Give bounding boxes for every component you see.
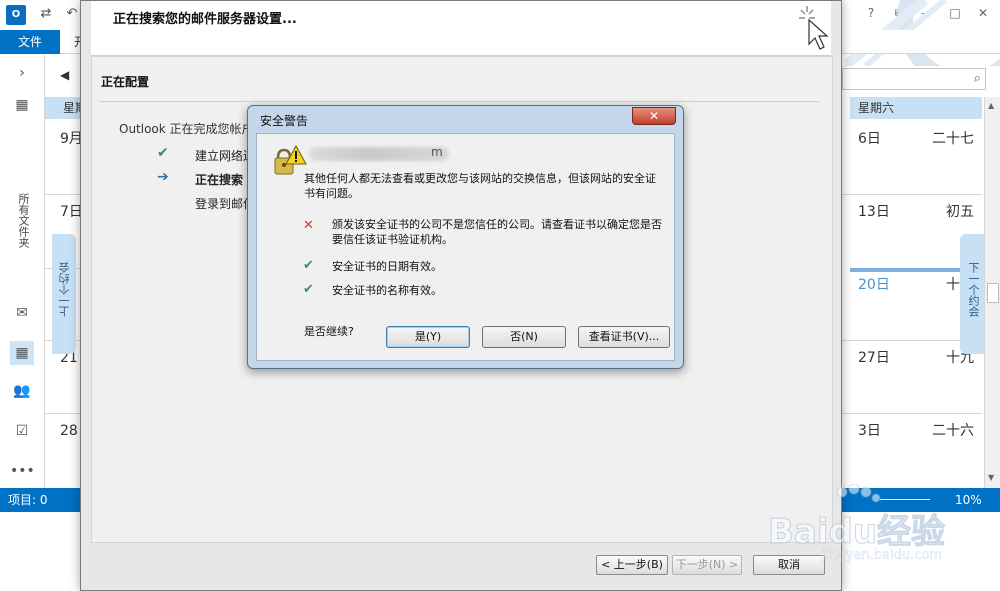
zoom-slider[interactable]: [880, 499, 930, 500]
view-certificate-button[interactable]: 查看证书(V)...: [578, 326, 670, 348]
arrow-right-icon: ➔: [157, 169, 169, 185]
issue-text: 安全证书的名称有效。: [332, 284, 442, 297]
no-button[interactable]: 否(N): [482, 326, 566, 348]
calendar-date: 13日: [858, 204, 890, 220]
calendar-icon[interactable]: ▦: [10, 341, 34, 365]
issue-text: 颁发该安全证书的公司不是您信任的公司。请查看证书以确定您是否要信任该证书验证机构…: [332, 218, 662, 246]
config-description: Outlook 正在完成您帐户: [119, 122, 254, 136]
close-icon[interactable]: ✕: [632, 107, 676, 125]
wizard-heading: 正在搜索您的邮件服务器设置...: [113, 12, 297, 27]
more-icon[interactable]: •••: [10, 459, 35, 483]
navigation-strip: › ▦ 所有文件夹 ✉ ▦ 👥 ☑ •••: [0, 55, 45, 488]
calendar-lunar-date: 十: [946, 277, 960, 293]
status-item-count: 项目: 0: [8, 493, 48, 507]
scroll-thumb[interactable]: [987, 283, 999, 303]
mail-icon[interactable]: ✉: [10, 301, 34, 325]
calendar-date: 3日: [858, 423, 881, 439]
back-button[interactable]: < 上一步(B): [596, 555, 668, 575]
outlook-logo-icon: O: [6, 5, 26, 25]
search-icon[interactable]: ⌕: [974, 71, 981, 86]
red-x-icon: ✕: [303, 218, 314, 233]
busy-cursor-icon: [799, 6, 829, 50]
expand-folder-pane-icon[interactable]: ›: [10, 61, 34, 85]
wizard-header: 正在搜索您的邮件服务器设置...: [91, 1, 831, 56]
calendar-scrollbar[interactable]: ▲ ▼: [984, 97, 1000, 488]
alert-message: 其他任何人都无法查看或更改您与该网站的交换信息，但该网站的安全证书有问题。: [304, 172, 656, 200]
zoom-level: 10%: [955, 493, 982, 507]
continue-question: 是否继续?: [304, 325, 354, 338]
previous-appointment-label: 上一个约会: [58, 262, 71, 317]
send-receive-icon[interactable]: ⇄: [36, 4, 56, 24]
issue-text: 安全证书的日期有效。: [332, 260, 442, 273]
calendar-date: 27日: [858, 350, 890, 366]
step-label: 登录到邮件: [195, 197, 256, 211]
tasks-icon[interactable]: ☑: [10, 419, 34, 443]
calendar-lunar-date: 二十七: [932, 131, 974, 147]
divider: [99, 101, 819, 102]
step-label-current: 正在搜索: [195, 173, 244, 187]
yes-button[interactable]: 是(Y): [386, 326, 470, 348]
dialog-title: 安全警告: [260, 114, 309, 128]
saturday-header: 星期六: [850, 97, 982, 119]
search-input[interactable]: ⌕: [842, 68, 986, 90]
security-alert-dialog: 安全警告 ✕ m 其他任何人都无法查看或更改您与该网站的交换信息，但该网站的安全…: [247, 105, 684, 369]
redacted-domain: [309, 147, 449, 161]
undo-icon[interactable]: ↶: [62, 4, 82, 24]
next-button[interactable]: 下一步(N) >: [672, 555, 742, 575]
calendar-back-arrow-icon[interactable]: ◀: [60, 68, 69, 82]
calendar-date-today: 20日: [858, 277, 890, 293]
cancel-button[interactable]: 取消: [753, 555, 825, 575]
calendar-lunar-date: 初五: [946, 204, 974, 220]
domain-suffix: m: [431, 145, 443, 159]
calendar-row-divider: [842, 413, 982, 414]
check-icon: ✔: [303, 282, 314, 297]
step-label: 建立网络连: [195, 149, 256, 163]
security-warning-icon: [274, 144, 307, 175]
people-icon[interactable]: 👥: [10, 379, 34, 403]
next-appointment-label: 下一个约会: [967, 262, 980, 317]
previous-appointment-button[interactable]: 上一个约会: [52, 234, 76, 354]
check-icon: ✔: [157, 145, 169, 161]
calendar-date: 6日: [858, 131, 881, 147]
check-icon: ✔: [303, 258, 314, 273]
all-folders-label[interactable]: 所有文件夹: [13, 193, 31, 248]
next-appointment-button[interactable]: 下一个约会: [960, 234, 984, 354]
calendar-lunar-date: 二十六: [932, 423, 974, 439]
tab-file[interactable]: 文件: [0, 30, 60, 54]
calendar-small-icon[interactable]: ▦: [10, 93, 34, 117]
configuring-title: 正在配置: [101, 75, 150, 89]
scroll-down-icon[interactable]: ▼: [988, 473, 994, 482]
calendar-row-divider: [842, 194, 982, 195]
scroll-up-icon[interactable]: ▲: [988, 101, 994, 110]
